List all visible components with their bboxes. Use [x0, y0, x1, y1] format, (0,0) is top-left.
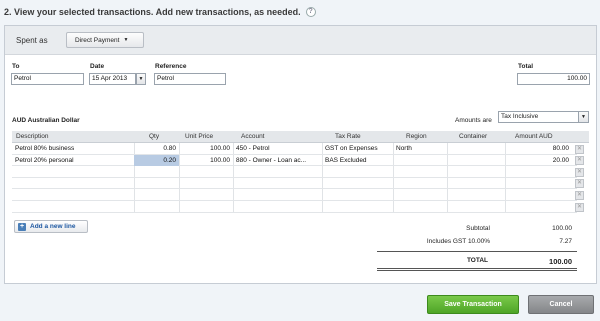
- table-row[interactable]: [12, 201, 577, 213]
- col-amount: Amount AUD: [515, 133, 553, 140]
- amounts-are-select[interactable]: Tax Inclusive ▼: [498, 111, 589, 123]
- total-rule: [377, 270, 577, 271]
- gst-value: 7.27: [559, 238, 572, 245]
- cell-qty[interactable]: 0.20: [134, 154, 179, 167]
- grand-total-value: 100.00: [549, 257, 572, 266]
- cell-account[interactable]: 880 - Owner - Loan ac...: [233, 155, 322, 167]
- reference-input[interactable]: Petrol: [154, 73, 226, 85]
- spent-as-label: Spent as: [16, 36, 48, 45]
- col-qty: Qty: [149, 133, 160, 140]
- col-account: Account: [241, 133, 265, 140]
- col-description: Description: [16, 133, 49, 140]
- save-transaction-button[interactable]: Save Transaction: [427, 295, 519, 314]
- cell-qty[interactable]: 0.80: [134, 143, 179, 155]
- total-rule: [377, 251, 577, 252]
- total-label: Total: [518, 63, 534, 70]
- cell-tax-rate[interactable]: BAS Excluded: [322, 155, 393, 167]
- cell-container[interactable]: [447, 143, 505, 155]
- delete-row-icon[interactable]: ✕: [575, 144, 584, 154]
- cell-unit-price[interactable]: 100.00: [179, 143, 233, 155]
- to-input[interactable]: Petrol: [11, 73, 84, 85]
- delete-row-icon[interactable]: ✕: [575, 202, 584, 212]
- table-row[interactable]: [12, 178, 577, 190]
- cell-unit-price[interactable]: 100.00: [179, 155, 233, 167]
- cell-account[interactable]: 450 - Petrol: [233, 143, 322, 155]
- add-new-line-button[interactable]: + Add a new line: [14, 220, 88, 233]
- spent-as-bar: Spent as Direct Payment ▼: [5, 26, 596, 55]
- table-row[interactable]: [12, 166, 577, 178]
- grand-total-label: TOTAL: [466, 257, 488, 264]
- step-heading: 2. View your selected transactions. Add …: [4, 7, 316, 17]
- cell-region[interactable]: [393, 155, 447, 167]
- calendar-dropdown-icon[interactable]: ▼: [136, 73, 146, 85]
- cell-container[interactable]: [447, 155, 505, 167]
- gst-label: Includes GST 10.00%: [426, 238, 490, 245]
- col-unit-price: Unit Price: [185, 133, 214, 140]
- reference-label: Reference: [155, 63, 187, 70]
- col-container: Container: [459, 133, 488, 140]
- chevron-down-icon: ▼: [578, 112, 588, 122]
- amounts-are-value: Tax Inclusive: [501, 113, 539, 120]
- table-row[interactable]: Petrol 80% business 0.80 100.00 450 - Pe…: [12, 143, 577, 155]
- date-input[interactable]: 15 Apr 2013: [89, 73, 136, 85]
- to-label: To: [12, 63, 20, 70]
- delete-row-icon[interactable]: ✕: [575, 179, 584, 189]
- date-label: Date: [90, 63, 105, 70]
- amounts-are-label: Amounts are: [455, 117, 492, 124]
- cell-amount[interactable]: 20.00: [505, 155, 572, 167]
- cell-description[interactable]: Petrol 20% personal: [12, 155, 134, 167]
- cell-tax-rate[interactable]: GST on Expenses: [322, 143, 393, 155]
- subtotal-value: 100.00: [552, 225, 572, 232]
- cell-region[interactable]: North: [393, 143, 447, 155]
- spent-as-value: Direct Payment: [75, 36, 120, 44]
- delete-row-icon[interactable]: ✕: [575, 167, 584, 177]
- table-row[interactable]: Petrol 20% personal 0.20 100.00 880 - Ow…: [12, 154, 577, 167]
- total-input[interactable]: 100.00: [517, 73, 590, 85]
- subtotal-label: Subtotal: [466, 225, 490, 232]
- table-row[interactable]: [12, 189, 577, 201]
- help-icon[interactable]: ?: [305, 7, 316, 17]
- spent-as-dropdown[interactable]: Direct Payment ▼: [66, 32, 144, 48]
- cell-description[interactable]: Petrol 80% business: [12, 143, 134, 155]
- add-new-line-label: Add a new line: [30, 223, 76, 230]
- delete-row-icon[interactable]: ✕: [575, 156, 584, 166]
- col-tax-rate: Tax Rate: [335, 133, 361, 140]
- currency-label: AUD Australian Dollar: [12, 117, 80, 124]
- cell-amount[interactable]: 80.00: [505, 143, 572, 155]
- chevron-down-icon: ▼: [123, 37, 129, 43]
- step-heading-text: 2. View your selected transactions. Add …: [4, 7, 301, 17]
- delete-row-icon[interactable]: ✕: [575, 190, 584, 200]
- total-rule: [377, 268, 577, 269]
- plus-icon: +: [18, 222, 26, 231]
- cancel-button[interactable]: Cancel: [528, 295, 594, 314]
- col-region: Region: [406, 133, 427, 140]
- line-items-header: Description Qty Unit Price Account Tax R…: [12, 131, 589, 143]
- line-items-grid: Petrol 80% business 0.80 100.00 450 - Pe…: [12, 143, 589, 213]
